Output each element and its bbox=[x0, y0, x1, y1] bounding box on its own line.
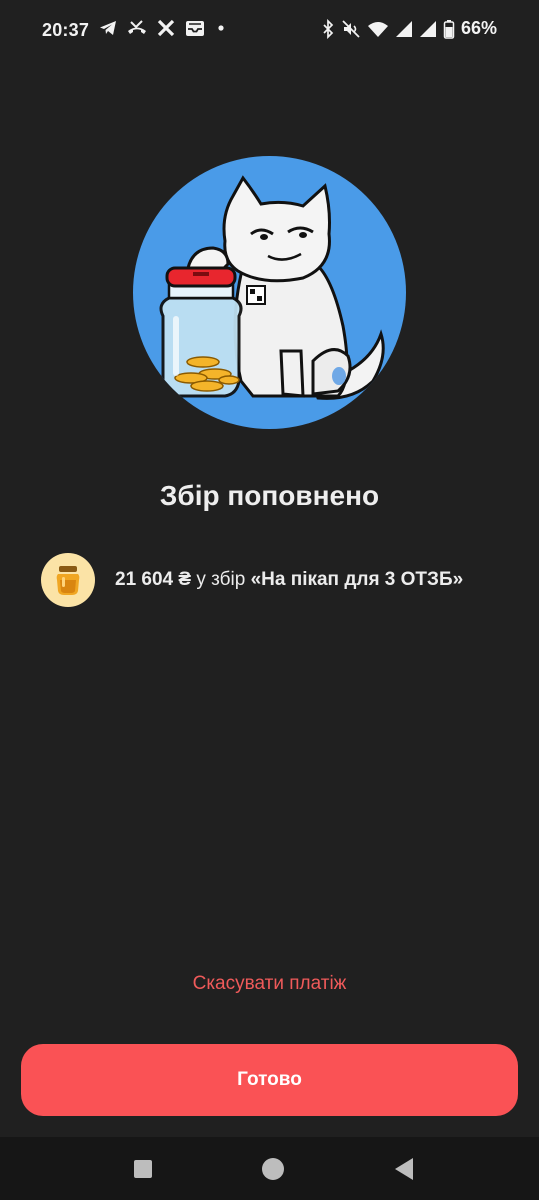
transfer-summary: 21 604 ₴ у збір «На пікап для 3 ОТЗБ» bbox=[41, 553, 511, 607]
status-icons-right: 66% bbox=[321, 18, 497, 39]
honey-jar-icon bbox=[41, 553, 95, 607]
wifi-icon bbox=[367, 19, 389, 39]
home-circle-icon[interactable] bbox=[261, 1157, 285, 1181]
mute-icon bbox=[341, 19, 361, 39]
transfer-preposition: у збір bbox=[191, 569, 251, 590]
missed-call-icon bbox=[126, 18, 148, 38]
signal-icon bbox=[419, 19, 437, 39]
notification-dot-icon bbox=[214, 18, 228, 38]
battery-icon bbox=[443, 19, 455, 39]
status-bar: 20:37 66% bbox=[0, 0, 539, 64]
cancel-payment-link[interactable]: Скасувати платіж bbox=[0, 973, 539, 995]
bluetooth-icon bbox=[321, 18, 335, 39]
recents-square-icon[interactable] bbox=[131, 1157, 155, 1181]
transfer-amount: 21 604 ₴ bbox=[115, 569, 192, 590]
cat-with-jar-icon bbox=[133, 156, 406, 429]
jar-name: «На пікап для 3 ОТЗБ» bbox=[250, 569, 464, 590]
back-triangle-icon[interactable] bbox=[392, 1157, 416, 1181]
done-button[interactable]: Готово bbox=[21, 1044, 518, 1116]
page-title: Збір поповнено bbox=[159, 480, 380, 511]
status-icons-left bbox=[98, 18, 228, 38]
x-icon bbox=[156, 18, 176, 38]
battery-percent: 66% bbox=[460, 18, 497, 38]
transfer-summary-text: 21 604 ₴ у збір «На пікап для 3 ОТЗБ» bbox=[115, 569, 463, 591]
system-nav-bar bbox=[0, 1137, 539, 1200]
signal-icon bbox=[395, 19, 413, 39]
telegram-icon bbox=[98, 18, 118, 38]
status-time: 20:37 bbox=[42, 20, 90, 40]
inbox-icon bbox=[184, 18, 206, 38]
